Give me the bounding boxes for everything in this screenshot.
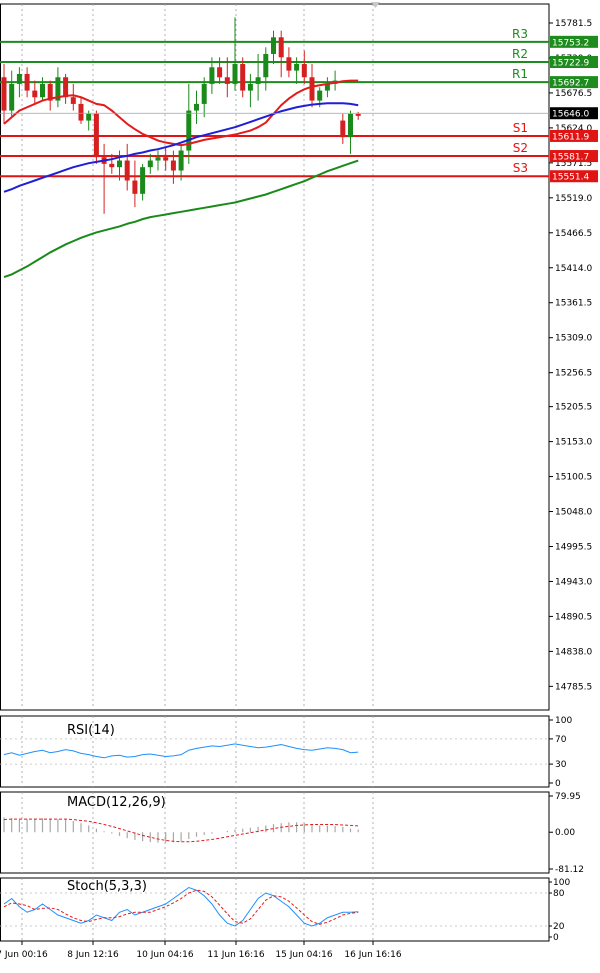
candle-body (340, 120, 346, 138)
price-tick-label: 15466.5 (555, 229, 592, 239)
candle-body (32, 90, 38, 98)
price-tick-label: 15781.5 (555, 19, 592, 29)
price-tick-label: 15676.5 (555, 89, 592, 99)
price-tick-label: 14890.5 (555, 612, 592, 622)
level-price-label-r1: 15692.7 (552, 79, 589, 89)
level-name-r2: R2 (512, 47, 528, 61)
level-price-label-r3: 15753.2 (552, 38, 589, 48)
candle-body (147, 160, 153, 168)
candle-body (63, 77, 69, 98)
candle-body (247, 83, 253, 91)
time-tick-label: 7 Jun 00:16 (0, 950, 48, 960)
candle-body (263, 53, 269, 78)
chart-canvas: 15781.515729.015676.515624.015571.515519… (0, 2, 598, 960)
level-price-label-s2: 15581.7 (552, 153, 589, 163)
candle-body (317, 90, 323, 101)
price-tick-label: 15519.0 (555, 194, 592, 204)
stoch-title: Stoch(5,3,3) (67, 879, 147, 894)
time-tick-label: 11 Jun 16:16 (207, 950, 264, 960)
candle-body (124, 160, 130, 181)
candle-body (294, 63, 300, 71)
candle-body (170, 160, 176, 171)
macd-tick-label: -81.12 (555, 865, 584, 875)
candle-body (301, 63, 307, 78)
candle-body (201, 83, 207, 104)
candle-body (178, 150, 184, 171)
candle-body (109, 163, 115, 168)
rsi-line (3, 743, 359, 759)
candle-body (163, 157, 169, 161)
candle-body (278, 37, 284, 58)
price-tick-label: 15256.5 (555, 369, 592, 379)
candle-body (209, 67, 215, 84)
candle-body (194, 103, 199, 111)
time-tick-label: 8 Jun 12:16 (67, 950, 119, 960)
time-tick-label: 15 Jun 04:16 (275, 950, 332, 960)
candle-body (1, 77, 7, 111)
stoch-tick-label: 100 (553, 878, 570, 888)
rsi-tick-label: 100 (555, 716, 572, 726)
level-name-s1: S1 (513, 121, 528, 135)
rsi-tick-label: 0 (555, 779, 561, 789)
level-price-label-s1: 15611.9 (552, 132, 589, 142)
rsi-tick-label: 30 (555, 760, 567, 770)
trading-chart: 15781.515729.015676.515624.015571.515519… (0, 0, 600, 969)
time-tick-label: 10 Jun 04:16 (136, 950, 193, 960)
level-price-label-r2: 15722.9 (552, 59, 589, 69)
candle-body (117, 160, 122, 168)
candle-body (348, 113, 353, 138)
macd-title: MACD(12,26,9) (67, 795, 166, 810)
candle-body (132, 180, 138, 194)
candle-body (355, 113, 361, 116)
candle-body (240, 63, 246, 91)
candle-body (255, 77, 261, 84)
rsi-title: RSI(14) (67, 723, 115, 738)
stoch-tick-label: 80 (553, 889, 565, 899)
candle-body (309, 77, 315, 101)
rsi-tick-label: 70 (555, 735, 567, 745)
level-name-r3: R3 (512, 27, 528, 41)
time-tick-label: 16 Jun 16:16 (344, 950, 401, 960)
price-tick-label: 15153.0 (555, 438, 592, 448)
chart-shift-arrow-icon (371, 2, 380, 8)
macd-tick-label: 79.95 (555, 792, 581, 802)
price-tick-label: 15100.5 (555, 473, 592, 483)
candle-body (40, 83, 45, 98)
price-tick-label: 14995.5 (555, 542, 592, 552)
price-tick-label: 14785.5 (555, 682, 592, 692)
price-tick-label: 15361.5 (555, 299, 592, 309)
macd-tick-label: 0.00 (555, 828, 575, 838)
candle-body (9, 83, 15, 111)
candle-body (271, 37, 276, 54)
candle-body (217, 67, 223, 78)
price-tick-label: 15414.0 (555, 264, 592, 274)
stoch-tick-label: 0 (553, 933, 559, 943)
candle-body (93, 113, 99, 158)
candle-body (86, 113, 92, 121)
current-price-label: 15646.0 (552, 110, 589, 120)
level-name-s3: S3 (513, 161, 528, 175)
candle-body (16, 73, 22, 84)
stoch-d-line (3, 889, 359, 925)
price-tick-label: 14838.0 (555, 647, 592, 657)
price-tick-label: 15048.0 (555, 508, 592, 518)
candle-body (286, 57, 292, 71)
candle-body (70, 97, 76, 104)
candle-body (140, 167, 146, 194)
price-tick-label: 15205.5 (555, 403, 592, 413)
level-price-label-s3: 15551.4 (552, 173, 589, 183)
stoch-tick-label: 20 (553, 922, 565, 932)
candle-body (24, 73, 30, 91)
candle-body (78, 103, 84, 121)
candle-body (224, 77, 230, 84)
level-name-r1: R1 (512, 67, 528, 81)
candle-body (232, 63, 238, 84)
candle-body (155, 157, 161, 161)
price-tick-label: 14943.0 (555, 577, 592, 587)
price-tick-label: 15309.0 (555, 334, 592, 344)
level-name-s2: S2 (513, 141, 528, 155)
